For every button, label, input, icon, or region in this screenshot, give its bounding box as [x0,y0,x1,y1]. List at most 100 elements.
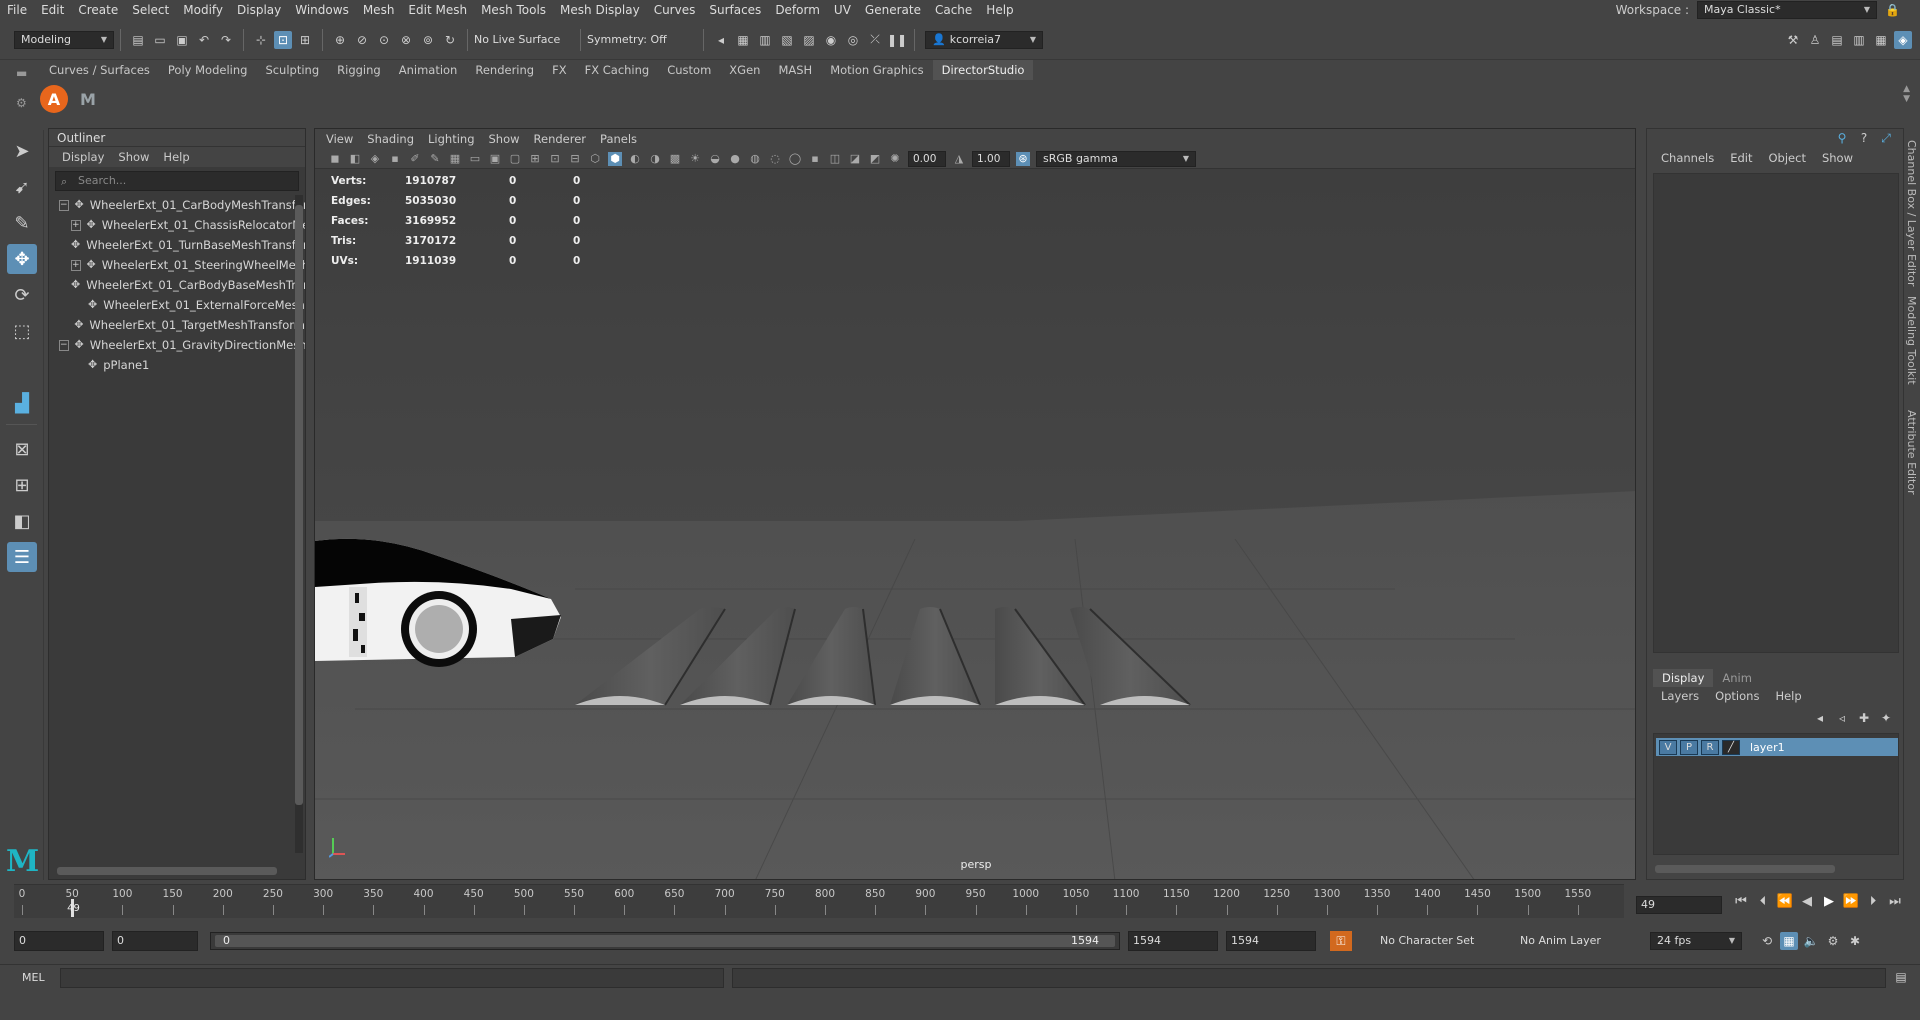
menu-item-display[interactable]: Display [230,0,288,20]
viewport-menu-lighting[interactable]: Lighting [421,129,481,149]
shelf-scroll-arrows-icon[interactable]: ▲ ▼ [1903,84,1910,104]
shelf-tab-xgen[interactable]: XGen [720,60,769,80]
menu-item-windows[interactable]: Windows [288,0,356,20]
auto-key-icon[interactable]: ⚿ [1330,931,1352,951]
workspace-dropdown[interactable]: Maya Classic* ▼ [1697,1,1878,19]
scene-view[interactable] [315,169,1636,880]
shelf-menu-icon[interactable]: ▬ [16,66,27,80]
isolate-select-icon[interactable]: ▪ [808,152,822,166]
shelf-tab-mash[interactable]: MASH [769,60,821,80]
grid-icon[interactable]: ▦ [448,152,462,166]
lock-icon[interactable]: 🔒 [1885,3,1900,17]
use-all-lights-icon[interactable]: ☀ [688,152,702,166]
new-layer-icon[interactable]: ✚ [1855,709,1873,727]
gate-mask-icon[interactable]: ▢ [508,152,522,166]
render-sequence-icon[interactable]: ▥ [756,31,774,49]
fps-dropdown[interactable]: 24 fps ▼ [1650,932,1742,950]
select-tool-icon[interactable]: ➤ [7,136,37,166]
scrollbar-thumb[interactable] [295,205,303,805]
anti-aliasing-icon[interactable]: ◌ [768,152,782,166]
play-backward-icon[interactable]: ◀ [1796,894,1818,909]
smooth-shade-icon[interactable]: ⬢ [608,151,622,166]
float-icon[interactable]: ⤢ [1877,129,1895,147]
ipr-render-icon[interactable]: ▧ [778,31,796,49]
tool-settings-icon[interactable]: ▥ [1850,31,1868,49]
default-material-icon[interactable]: ◐ [628,152,642,166]
play-forward-icon[interactable]: ▶ [1818,894,1840,909]
select-hierarchy-icon[interactable]: ⊹ [252,31,270,49]
outliner-node[interactable]: ✥ WheelerExt_01_CarBodyBaseMeshTransform [49,275,305,295]
outliner-node[interactable]: ✥ WheelerExt_01_ExternalForceMesh [49,295,305,315]
xray-joints-icon[interactable]: ◩ [868,152,882,166]
range-slider[interactable]: 0 1594 [210,932,1120,950]
anim-layer-label[interactable]: No Anim Layer [1520,934,1601,947]
outliner-vertical-scrollbar[interactable] [295,195,303,853]
step-back-frame-icon[interactable]: ⏴ [1752,894,1774,909]
shelf-tab-motion-graphics[interactable]: Motion Graphics [821,60,932,80]
pin-icon[interactable]: ⚲ [1833,129,1851,147]
lasso-tool-icon[interactable]: ➹ [7,172,37,202]
menu-item-surfaces[interactable]: Surfaces [702,0,768,20]
shelf-tab-animation[interactable]: Animation [390,60,467,80]
character-controls-icon[interactable]: ♙ [1806,31,1824,49]
menu-item-help[interactable]: Help [979,0,1020,20]
depth-of-field-icon[interactable]: ◯ [788,152,802,166]
grease-pencil-icon[interactable]: ✎ [428,152,442,166]
outliner-search-input[interactable]: ⌕ Search... [55,171,299,191]
xray-active-components-icon[interactable]: ◪ [848,152,862,166]
shelf-tab-fx[interactable]: FX [543,60,576,80]
go-to-end-icon[interactable]: ⏭ [1884,894,1906,909]
side-tab-attribute-editor[interactable]: Attribute Editor [1905,410,1918,495]
shadows-icon[interactable]: ◒ [708,152,722,166]
viewport-menu-renderer[interactable]: Renderer [527,129,594,149]
playback-start-field[interactable]: 0 [112,931,198,951]
shelf-tab-directorstudio[interactable]: DirectorStudio [932,60,1034,80]
viewport-menu-view[interactable]: View [319,129,360,149]
color-management-icon[interactable]: ⊛ [1016,151,1030,166]
step-forward-key-icon[interactable]: ⏩ [1840,894,1862,909]
menu-item-generate[interactable]: Generate [858,0,928,20]
script-editor-icon[interactable]: ▤ [1892,968,1910,986]
menu-item-file[interactable]: File [0,0,34,20]
layer-display-type-toggle[interactable]: R [1701,739,1719,755]
bookmark-icon[interactable]: ◈ [368,152,382,166]
rotate-tool-icon[interactable]: ⟳ [7,280,37,310]
live-surface-label[interactable]: No Live Surface [474,33,574,46]
menu-item-edit[interactable]: Edit [34,0,71,20]
shelf-settings-icon[interactable]: ⚙ [16,96,27,110]
screen-space-ao-icon[interactable]: ● [728,152,742,166]
select-component-icon[interactable]: ⊞ [296,31,314,49]
scene-start-field[interactable]: 0 [14,931,104,951]
new-scene-icon[interactable]: ▤ [129,31,147,49]
last-tool-icon[interactable]: ▟ [7,388,37,418]
sound-icon[interactable]: 🔈 [1802,932,1820,950]
hide-render-icon[interactable]: ⤫ [866,31,884,49]
undo-icon[interactable]: ↶ [195,31,213,49]
attribute-editor-icon[interactable]: ▤ [1828,31,1846,49]
menu-item-mesh[interactable]: Mesh [356,0,402,20]
snap-live-icon[interactable]: ↻ [441,31,459,49]
exposure-icon[interactable]: ✺ [888,152,902,166]
channel-box-icon[interactable]: ▦ [1872,31,1890,49]
command-input[interactable] [60,968,724,988]
snap-curve-icon[interactable]: ⊘ [353,31,371,49]
viewport-menu-panels[interactable]: Panels [593,129,644,149]
snap-grid-icon[interactable]: ⊕ [331,31,349,49]
menu-item-curves[interactable]: Curves [647,0,703,20]
channel-box-menu-edit[interactable]: Edit [1722,151,1760,165]
history-icon[interactable]: ◂ [712,31,730,49]
move-layer-down-icon[interactable]: ◃ [1833,709,1851,727]
textured-icon[interactable]: ▩ [668,152,682,166]
expand-icon[interactable]: + [71,219,81,231]
view-transform-dropdown[interactable]: sRGB gamma ▼ [1036,150,1196,167]
layer-menu-layers[interactable]: Layers [1653,689,1707,703]
save-scene-icon[interactable]: ▣ [173,31,191,49]
four-view-layout-icon[interactable]: ⊞ [7,470,37,500]
hypershade-icon[interactable]: ◉ [822,31,840,49]
symmetry-label[interactable]: Symmetry: Off [587,33,697,46]
snap-view-icon[interactable]: ⊗ [397,31,415,49]
current-frame-field[interactable]: 49 [1636,896,1722,914]
menu-item-modify[interactable]: Modify [176,0,230,20]
shelf-tab-sculpting[interactable]: Sculpting [256,60,328,80]
camera-attributes-icon[interactable]: ◧ [348,152,362,166]
